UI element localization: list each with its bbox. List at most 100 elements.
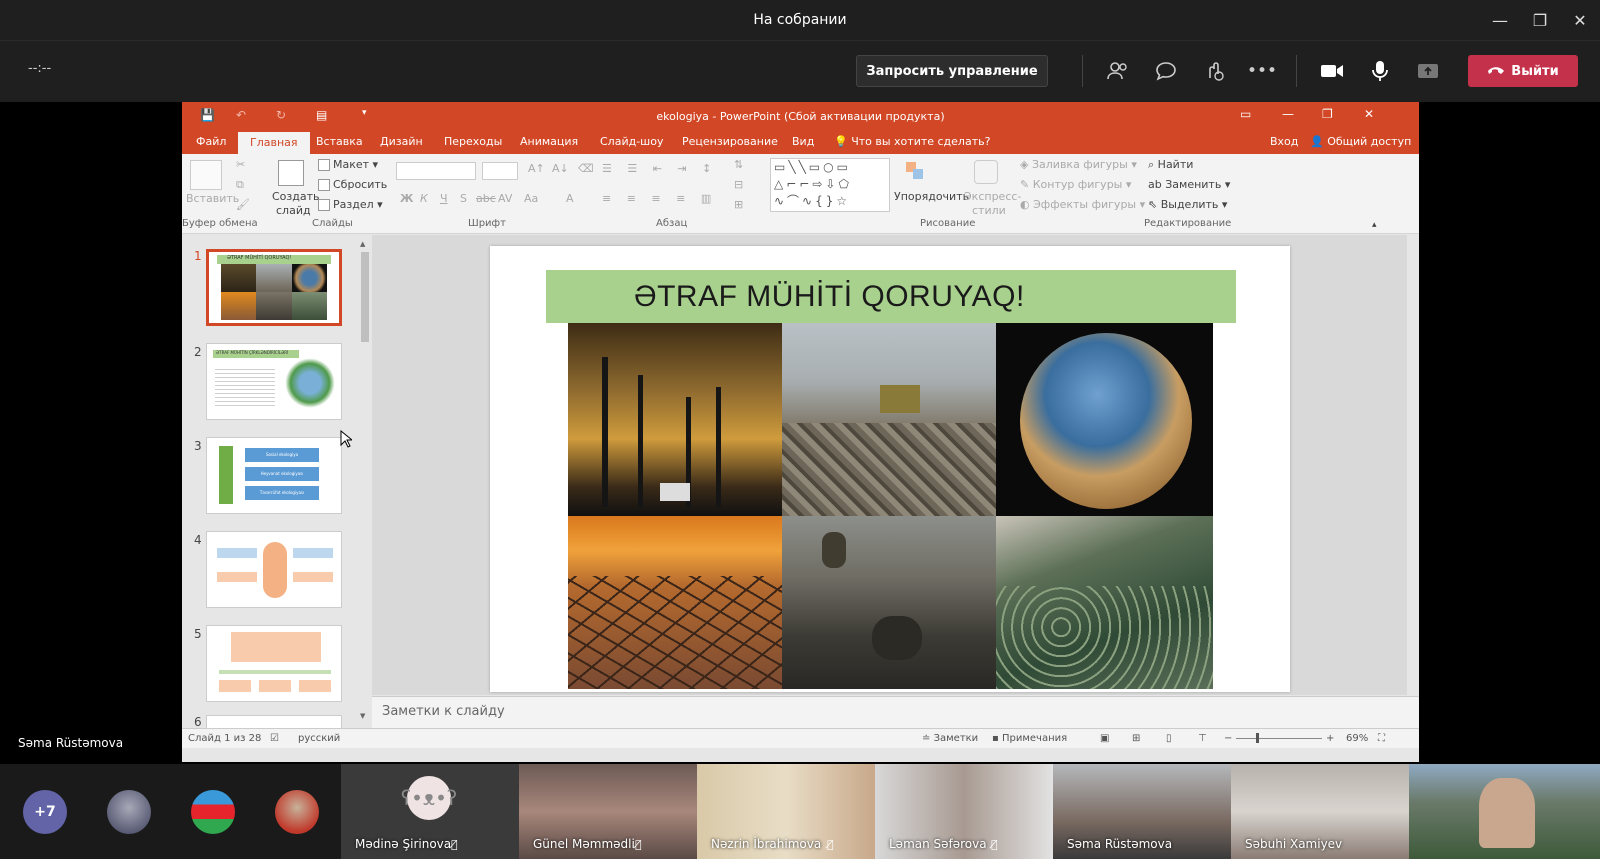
font-size-dropdown[interactable] [482,162,518,180]
scroll-down-icon[interactable]: ▼ [360,712,365,720]
more-options-icon[interactable]: ••• [1247,57,1277,85]
change-case-button[interactable]: Aa [524,192,538,205]
new-slide-button[interactable]: Создать [272,190,320,203]
new-slide-button-line2[interactable]: слайд [276,204,311,217]
tab-review[interactable]: Рецензирование [682,135,778,148]
reactions-icon[interactable] [1200,57,1228,85]
ribbon-display-options-icon[interactable]: ▭ [1240,107,1251,121]
tab-insert[interactable]: Вставка [316,135,363,148]
tab-file[interactable]: Файл [196,135,226,148]
leave-button[interactable]: Выйти [1468,55,1578,87]
font-name-dropdown[interactable] [396,162,476,180]
participant-tile[interactable]: Səma Rüstəmova [1053,764,1231,859]
tab-home[interactable]: Главная [238,132,310,154]
scroll-up-icon[interactable]: ▲ [360,240,365,248]
format-painter-icon[interactable]: 🖌 [236,198,250,211]
increase-font-icon[interactable]: A↑ [528,162,545,175]
normal-view-icon[interactable]: ▣ [1100,733,1109,744]
spellcheck-icon[interactable]: ☑ [270,733,279,744]
camera-icon[interactable] [1318,57,1346,85]
slide-thumbnail-5[interactable] [206,625,342,702]
shape-effects-button[interactable]: ◐ Эффекты фигуры ▾ [1020,198,1145,211]
current-slide[interactable]: ƏTRAF MÜHİTİ QORUYAQ! [490,246,1290,692]
quick-styles-button[interactable]: Экспресс- [964,190,1021,203]
participants-icon[interactable] [1104,57,1132,85]
text-direction-icon[interactable]: ⇅ [734,158,743,171]
slideshow-view-icon[interactable]: ⊤ [1198,733,1207,744]
request-control-button[interactable]: Запросить управление [856,55,1048,87]
ppt-restore-icon[interactable]: ❐ [1322,107,1333,121]
participant-tile[interactable]: Ləman Səfərova 🎙̸ [875,764,1053,859]
microphone-icon[interactable] [1366,57,1394,85]
slide-title[interactable]: ƏTRAF MÜHİTİ QORUYAQ! [546,270,1236,323]
bold-button[interactable]: Ж [400,192,413,205]
paste-button[interactable]: Вставить [186,192,239,205]
comments-toggle[interactable]: ▪ Примечания [992,733,1067,744]
shape-outline-button[interactable]: ✎ Контур фигуры ▾ [1020,178,1131,191]
participant-tile-self[interactable] [1409,764,1600,859]
ppt-minimize-icon[interactable]: — [1282,107,1294,121]
tell-me-box[interactable]: 💡 Что вы хотите сделать? [834,135,990,148]
participant-tile[interactable]: Nəzrin İbrahimova 🎙̸ [697,764,875,859]
reading-view-icon[interactable]: ▯ [1166,733,1172,744]
notes-pane[interactable]: Заметки к слайду [372,696,1419,728]
arrange-icon[interactable] [904,160,926,182]
clear-formatting-icon[interactable]: ⌫ [578,162,594,175]
align-text-icon[interactable]: ⊟ [734,178,743,191]
slide-thumbnail-6[interactable] [206,715,342,728]
decrease-font-icon[interactable]: A↓ [552,162,569,175]
select-button[interactable]: ⇖ Выделить ▾ [1148,198,1227,211]
find-button[interactable]: ⌕ Найти [1148,158,1193,172]
close-icon[interactable]: ✕ [1560,0,1600,40]
shapes-gallery[interactable]: ▭╲╲▭○▭ △⌐⌐⇨⇩⬠ ∿⌒∿{}☆ [770,158,890,212]
language-indicator[interactable]: русский [298,733,340,744]
redo-icon[interactable]: ↻ [276,108,286,122]
ppt-close-icon[interactable]: ✕ [1364,107,1374,121]
section-button[interactable]: Раздел ▾ [318,198,383,211]
quick-styles-button-line2[interactable]: стили [972,204,1006,217]
slide-sorter-icon[interactable]: ⊞ [1132,733,1140,744]
participant-avatar[interactable] [107,790,151,834]
align-buttons[interactable]: ≡ ≡ ≡ ≡ ▥ [602,192,717,205]
tab-animations[interactable]: Анимация [520,135,578,148]
strikethrough-button[interactable]: abc [476,192,496,205]
slide-thumbnail-3[interactable]: Sosial ekologiya Heyvanat ekologiyası Tə… [206,437,342,514]
tab-view[interactable]: Вид [792,135,814,148]
fit-to-window-icon[interactable]: ⛶ [1378,733,1385,744]
slide-thumbnail-1[interactable]: ƏTRAF MÜHİTİ QORUYAQ! [206,249,342,326]
customize-quick-access-icon[interactable]: ▾ [362,108,367,118]
list-buttons[interactable]: ☰ ☰ ⇤ ⇥ ↕ [602,162,717,175]
zoom-in-icon[interactable]: + [1326,733,1334,744]
slide-image-collage[interactable] [568,323,1213,689]
participant-avatar-flag[interactable] [191,790,235,834]
participant-tile[interactable]: ʕ•ᴥ•ʔ Mədinə Şirinova 🎙̸ [341,764,519,859]
collapse-ribbon-icon[interactable]: ▴ [1372,220,1377,230]
cut-icon[interactable]: ✂ [236,158,245,171]
overflow-participants-button[interactable]: +7 [23,790,67,834]
shape-fill-button[interactable]: ◈ Заливка фигуры ▾ [1020,158,1137,171]
zoom-slider[interactable] [1236,738,1322,739]
save-icon[interactable]: 💾 [200,108,215,122]
slide-thumbnail-4[interactable] [206,531,342,608]
reset-button[interactable]: Сбросить [318,178,387,191]
minimize-icon[interactable]: — [1480,0,1520,40]
copy-icon[interactable]: ⧉ [236,178,244,192]
character-spacing-button[interactable]: AV [498,192,512,205]
font-color-button[interactable]: A [566,192,574,205]
participant-tile[interactable]: Səbuhi Xamiyev [1231,764,1409,859]
smartart-icon[interactable]: ⊞ [734,198,743,211]
thumbnails-scrollbar[interactable]: ▲ ▼ [360,240,370,722]
italic-button[interactable]: К [420,192,428,205]
share-button[interactable]: 👤 Общий доступ [1310,135,1411,148]
shadow-button[interactable]: S [460,192,467,205]
sign-in-link[interactable]: Вход [1270,135,1298,148]
tab-design[interactable]: Дизайн [380,135,423,148]
scrollbar-thumb[interactable] [361,252,369,342]
zoom-level[interactable]: 69% [1346,733,1368,744]
replace-button[interactable]: ab Заменить ▾ [1148,178,1230,191]
participant-tile[interactable]: Günel Məmmədli 🎙̸ [519,764,697,859]
tab-slideshow[interactable]: Слайд-шоу [600,135,663,148]
share-screen-icon[interactable] [1414,57,1442,85]
arrange-button[interactable]: Упорядочить [894,190,969,203]
notes-toggle[interactable]: ≐ Заметки [922,733,978,744]
